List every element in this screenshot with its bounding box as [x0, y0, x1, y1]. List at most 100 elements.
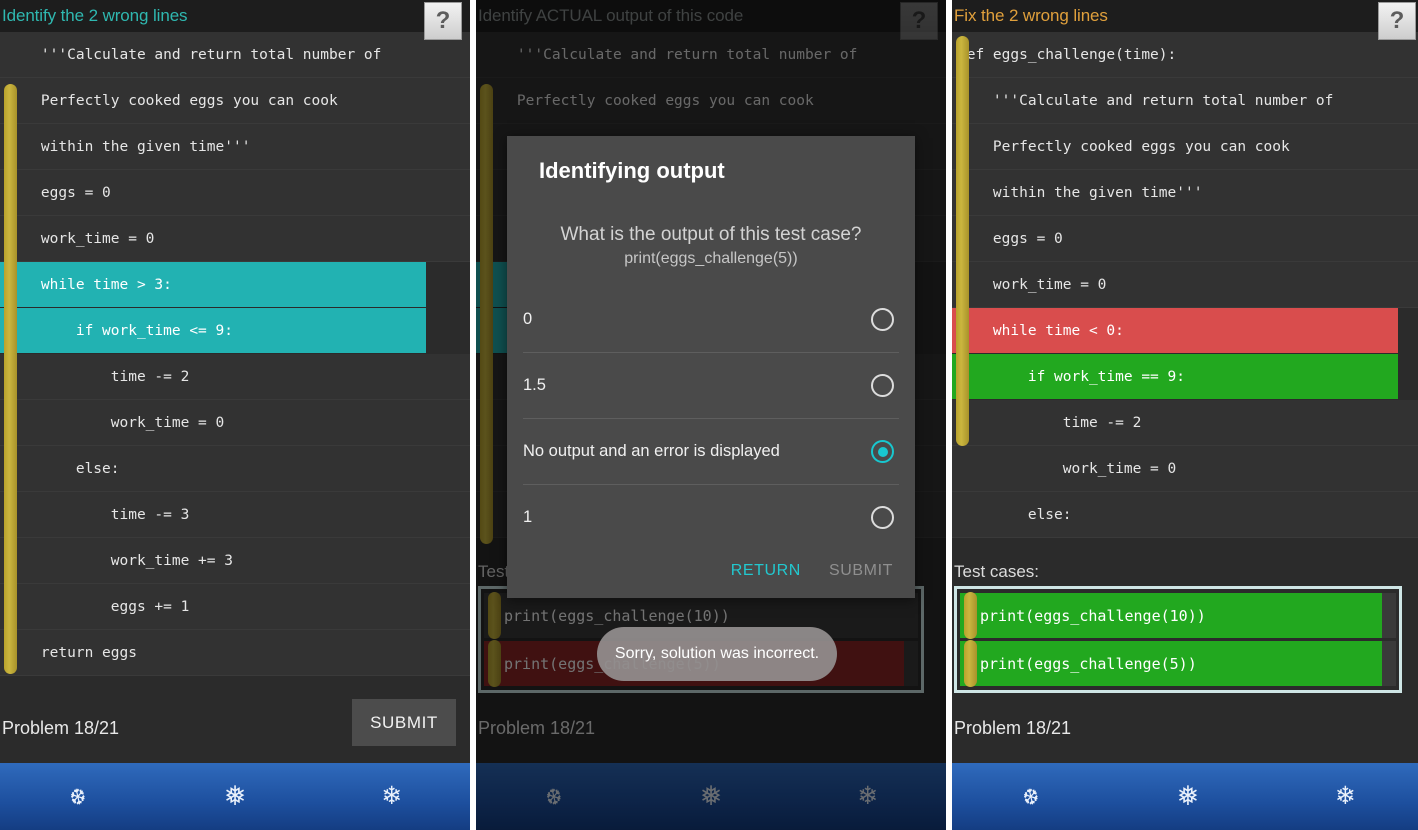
- code-line[interactable]: eggs += 1: [0, 584, 470, 630]
- snowflake-home-icon: ❅: [1176, 781, 1200, 811]
- radio-unselected-icon[interactable]: [871, 374, 894, 397]
- identifying-output-dialog: Identifying output What is the output of…: [507, 136, 915, 598]
- toast-message: Sorry, solution was incorrect.: [597, 627, 837, 681]
- code-line[interactable]: else:: [0, 446, 470, 492]
- help-button-1[interactable]: ?: [424, 2, 462, 40]
- code-line[interactable]: time -= 3: [0, 492, 470, 538]
- code-line[interactable]: '''Calculate and return total number of: [0, 32, 470, 78]
- screen-identify-wrong-lines: Identify the 2 wrong lines ? '''Calculat…: [0, 0, 470, 830]
- code-line[interactable]: while time > 3:: [0, 262, 470, 308]
- code-line-text: work_time = 0: [958, 460, 1177, 477]
- test-case-text: print(eggs_challenge(5)): [980, 654, 1197, 673]
- code-line[interactable]: work_time = 0: [0, 400, 470, 446]
- code-line-text: within the given time''': [958, 184, 1203, 201]
- code-line-text: Perfectly cooked eggs you can cook: [958, 138, 1290, 155]
- code-line[interactable]: within the given time''': [952, 170, 1418, 216]
- code-line[interactable]: work_time += 3: [0, 538, 470, 584]
- code-line[interactable]: within the given time''': [0, 124, 470, 170]
- radio-selected-icon[interactable]: [871, 440, 894, 463]
- dialog-option-label: 1: [523, 508, 533, 526]
- code-list-1: '''Calculate and return total number of …: [0, 32, 470, 695]
- dialog-submit-button[interactable]: SUBMIT: [829, 562, 893, 580]
- dialog-actions: RETURN SUBMIT: [507, 550, 915, 598]
- code-line[interactable]: time -= 2: [0, 354, 470, 400]
- code-line-text: '''Calculate and return total number of: [958, 92, 1334, 109]
- submit-button-1[interactable]: SUBMIT: [352, 699, 456, 746]
- code-line-text: while time > 3:: [6, 276, 172, 293]
- code-line[interactable]: work_time = 0: [952, 262, 1418, 308]
- code-line-text: time -= 3: [6, 506, 190, 523]
- dialog-option-label: No output and an error is displayed: [523, 442, 780, 460]
- return-label: RETURN: [730, 562, 801, 579]
- code-line-text: work_time = 0: [6, 414, 225, 431]
- nav-back-button[interactable]: ❆: [12, 781, 145, 812]
- code-line[interactable]: Perfectly cooked eggs you can cook: [0, 78, 470, 124]
- dialog-return-button[interactable]: RETURN: [731, 562, 801, 580]
- code-line-text: time -= 2: [6, 368, 190, 385]
- submit-button-label: SUBMIT: [370, 712, 438, 732]
- code-line-text: else:: [958, 506, 1072, 523]
- test-cases-box-3: print(eggs_challenge(10)) print(eggs_chal…: [954, 586, 1402, 693]
- code-line[interactable]: while time < 0:: [952, 308, 1418, 354]
- problem-counter-3: Problem 18/21: [954, 717, 1072, 738]
- code-line-text: return eggs: [6, 644, 137, 661]
- code-line[interactable]: else:: [952, 492, 1418, 538]
- question-mark-icon: ?: [1389, 7, 1405, 34]
- dialog-option-row[interactable]: 1: [523, 484, 899, 550]
- code-line-text: work_time += 3: [6, 552, 233, 569]
- help-button-3[interactable]: ?: [1378, 2, 1416, 40]
- code-line[interactable]: eggs = 0: [0, 170, 470, 216]
- code-line[interactable]: return eggs: [0, 630, 470, 676]
- code-line[interactable]: work_time = 0: [952, 446, 1418, 492]
- code-line[interactable]: Perfectly cooked eggs you can cook: [952, 124, 1418, 170]
- code-scrollbar-1[interactable]: [4, 84, 17, 674]
- radio-unselected-icon[interactable]: [871, 307, 894, 331]
- code-scrollbar-3[interactable]: [956, 36, 969, 446]
- test-cases-section-3: Test cases: print(eggs_challenge(10)) pri…: [952, 554, 1418, 693]
- code-line[interactable]: '''Calculate and return total number of: [952, 78, 1418, 124]
- code-line-text: within the given time''': [6, 138, 251, 155]
- toast-text: Sorry, solution was incorrect.: [614, 645, 820, 662]
- snowflake-home-icon: ❅: [223, 781, 247, 811]
- dialog-title: Identifying output: [539, 158, 725, 183]
- system-navbar-1: ❆ ❅ ❄: [0, 763, 470, 830]
- screen-fix-wrong-lines: Fix the 2 wrong lines ? def eggs_challen…: [952, 0, 1418, 830]
- nav-back-button[interactable]: ❆: [964, 781, 1098, 812]
- footer-3: Problem 18/21: [952, 693, 1418, 763]
- dialog-test-case: print(eggs_challenge(5)): [624, 250, 798, 267]
- dialog-option-label: 0: [523, 309, 533, 328]
- test-cases-label-3: Test cases:: [954, 562, 1040, 581]
- nav-home-button[interactable]: ❅: [1109, 783, 1266, 810]
- question-mark-icon: ?: [435, 7, 451, 34]
- code-line[interactable]: def eggs_challenge(time):: [952, 32, 1418, 78]
- nav-recents-button[interactable]: ❄: [1267, 784, 1418, 809]
- radio-unselected-icon[interactable]: [871, 506, 894, 529]
- dialog-option-row[interactable]: 0: [523, 286, 899, 352]
- dialog-option-row[interactable]: No output and an error is displayed: [523, 418, 899, 484]
- screenshot-root: Identify the 2 wrong lines ? '''Calculat…: [0, 0, 1418, 830]
- code-line[interactable]: if work_time <= 9:: [0, 308, 470, 354]
- nav-home-button[interactable]: ❅: [157, 783, 314, 810]
- code-line[interactable]: time -= 2: [952, 400, 1418, 446]
- code-line-text: work_time = 0: [6, 230, 155, 247]
- code-line-text: while time < 0:: [958, 322, 1124, 339]
- code-line-text: work_time = 0: [958, 276, 1107, 293]
- code-line[interactable]: if work_time == 9:: [952, 354, 1418, 400]
- dialog-option-row[interactable]: 1.5: [523, 352, 899, 418]
- nav-recents-button[interactable]: ❄: [313, 784, 470, 809]
- problem-counter-1: Problem 18/21: [2, 717, 120, 738]
- snowflake-back-icon: ❆: [1020, 781, 1042, 812]
- dialog-option-label: 1.5: [523, 376, 546, 394]
- code-line-text: else:: [6, 460, 120, 477]
- code-list-3: def eggs_challenge(time): '''Calculate a…: [952, 32, 1418, 554]
- page-title-3: Fix the 2 wrong lines: [954, 6, 1108, 25]
- footer-1: Problem 18/21 SUBMIT: [0, 693, 470, 763]
- code-line-text: eggs += 1: [6, 598, 190, 615]
- test-case-row[interactable]: print(eggs_challenge(10)): [960, 592, 1396, 639]
- test-case-row[interactable]: print(eggs_challenge(5)): [960, 640, 1396, 687]
- code-line-text: time -= 2: [958, 414, 1142, 431]
- test-case-text: print(eggs_challenge(10)): [980, 606, 1206, 625]
- code-line[interactable]: eggs = 0: [952, 216, 1418, 262]
- snowflake-back-icon: ❆: [67, 781, 89, 812]
- code-line[interactable]: work_time = 0: [0, 216, 470, 262]
